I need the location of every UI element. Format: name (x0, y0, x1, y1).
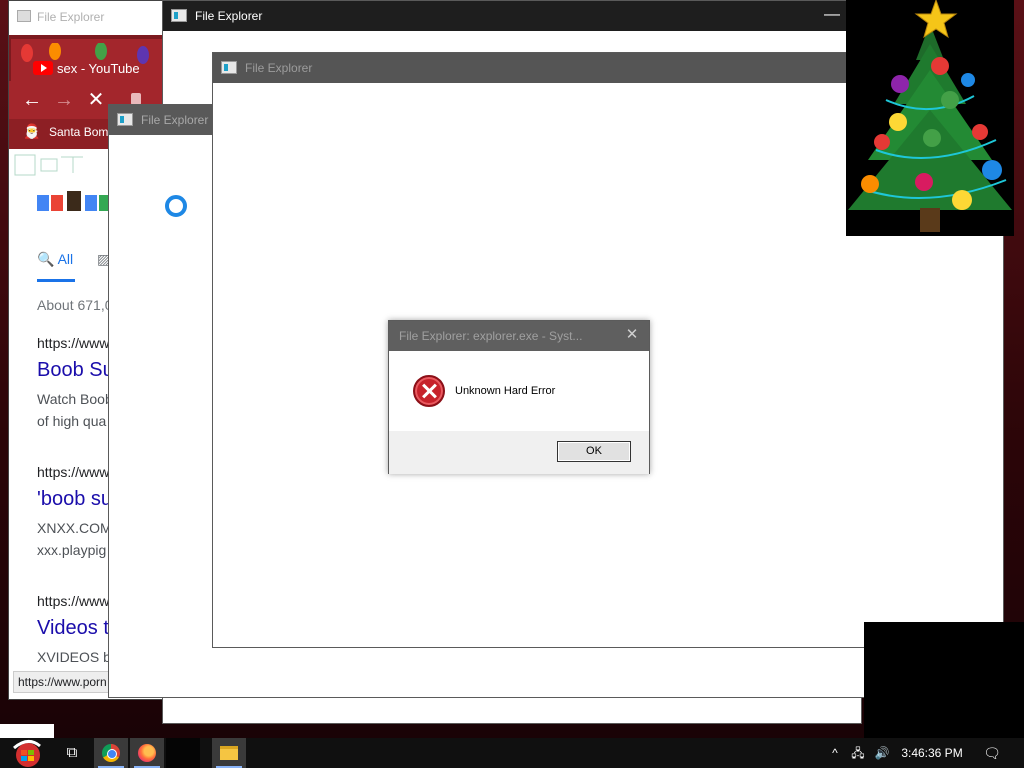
loading-spinner-icon (165, 195, 187, 217)
start-button[interactable] (6, 738, 48, 768)
browser-titlebar[interactable]: File Explorer (9, 1, 167, 33)
black-overlay-panel (864, 622, 1024, 738)
taskbar: ⧉ ^ 🖧 🔊 3:46:36 PM 🗨 (0, 738, 1024, 768)
error-icon (413, 375, 445, 407)
result-snippet: XNXX.COM (37, 520, 112, 536)
dialog-titlebar[interactable]: File Explorer: explorer.exe - Syst... ✕ (389, 321, 649, 351)
window-title: File Explorer (195, 9, 263, 23)
volume-icon[interactable]: 🔊 (872, 738, 892, 768)
result-snippet: Watch Boob (37, 391, 113, 407)
result-url[interactable]: https://www (37, 464, 109, 480)
close-icon[interactable]: ✕ (621, 325, 643, 345)
taskbar-firefox[interactable] (130, 738, 164, 768)
chrome-icon (102, 744, 120, 762)
minimize-button[interactable]: — (817, 5, 847, 25)
window-title: File Explorer (245, 61, 313, 75)
result-snippet: XVIDEOS b (37, 649, 111, 665)
taskbar-blank-app[interactable] (166, 738, 200, 768)
file-explorer-app-icon (221, 61, 237, 74)
error-message: Unknown Hard Error (455, 385, 556, 397)
google-doodle (13, 153, 123, 233)
result-count: About 671,0 (37, 297, 113, 313)
result-url[interactable]: https://www (37, 335, 109, 351)
result-title[interactable]: 'boob su (37, 488, 112, 511)
forward-arrow-icon[interactable]: → (51, 87, 77, 113)
santa-icon: 🎅 (23, 123, 41, 139)
tab-title: sex - YouTube (57, 61, 140, 76)
browser-tab-youtube[interactable]: sex - YouTube (11, 39, 167, 81)
dialog-body: Unknown Hard Error (389, 351, 649, 431)
chevron-up-icon[interactable]: ^ (826, 738, 844, 768)
windows-logo-santa-icon (13, 740, 41, 767)
ghost-app-icon (17, 10, 31, 22)
result-title[interactable]: Videos t (37, 617, 109, 640)
bookmark-santa-bomb[interactable]: Santa Bomb (49, 125, 115, 139)
window-titlebar[interactable]: File Explorer — (163, 1, 861, 31)
back-arrow-icon[interactable]: ← (19, 87, 45, 113)
dialog-footer: OK (389, 431, 649, 474)
tab-all-label: All (57, 251, 74, 267)
stop-loading-icon[interactable]: ✕ (83, 87, 109, 113)
result-title[interactable]: Boob Su (37, 359, 114, 382)
file-explorer-app-icon (117, 113, 133, 126)
youtube-icon (33, 61, 53, 75)
result-snippet: of high qua (37, 413, 107, 429)
ok-button[interactable]: OK (557, 441, 631, 462)
white-overlay-panel (0, 724, 54, 738)
task-view-icon[interactable]: ⧉ (58, 738, 86, 768)
folder-icon (220, 746, 238, 760)
dialog-title: File Explorer: explorer.exe - Syst... (399, 329, 583, 343)
clock[interactable]: 3:46:36 PM (898, 738, 966, 768)
hard-error-dialog[interactable]: File Explorer: explorer.exe - Syst... ✕ … (388, 320, 650, 474)
notifications-icon[interactable]: 🗨 (980, 738, 1004, 768)
result-url[interactable]: https://www (37, 593, 109, 609)
browser-tabstrip: sex - YouTube (9, 35, 167, 81)
taskbar-chrome[interactable] (94, 738, 128, 768)
window-title: File Explorer (141, 113, 209, 127)
active-tab-indicator (37, 279, 75, 282)
christmas-tree-overlay[interactable] (846, 0, 1014, 236)
file-explorer-app-icon (171, 9, 187, 22)
ghost-window-title: File Explorer (37, 10, 105, 24)
tab-all[interactable]: 🔍 All (37, 251, 73, 268)
taskbar-file-explorer[interactable] (212, 738, 246, 768)
christmas-tree-icon (848, 0, 1012, 232)
result-snippet: xxx.playpig (37, 542, 107, 558)
network-icon[interactable]: 🖧 (848, 738, 868, 768)
firefox-icon (138, 744, 156, 762)
